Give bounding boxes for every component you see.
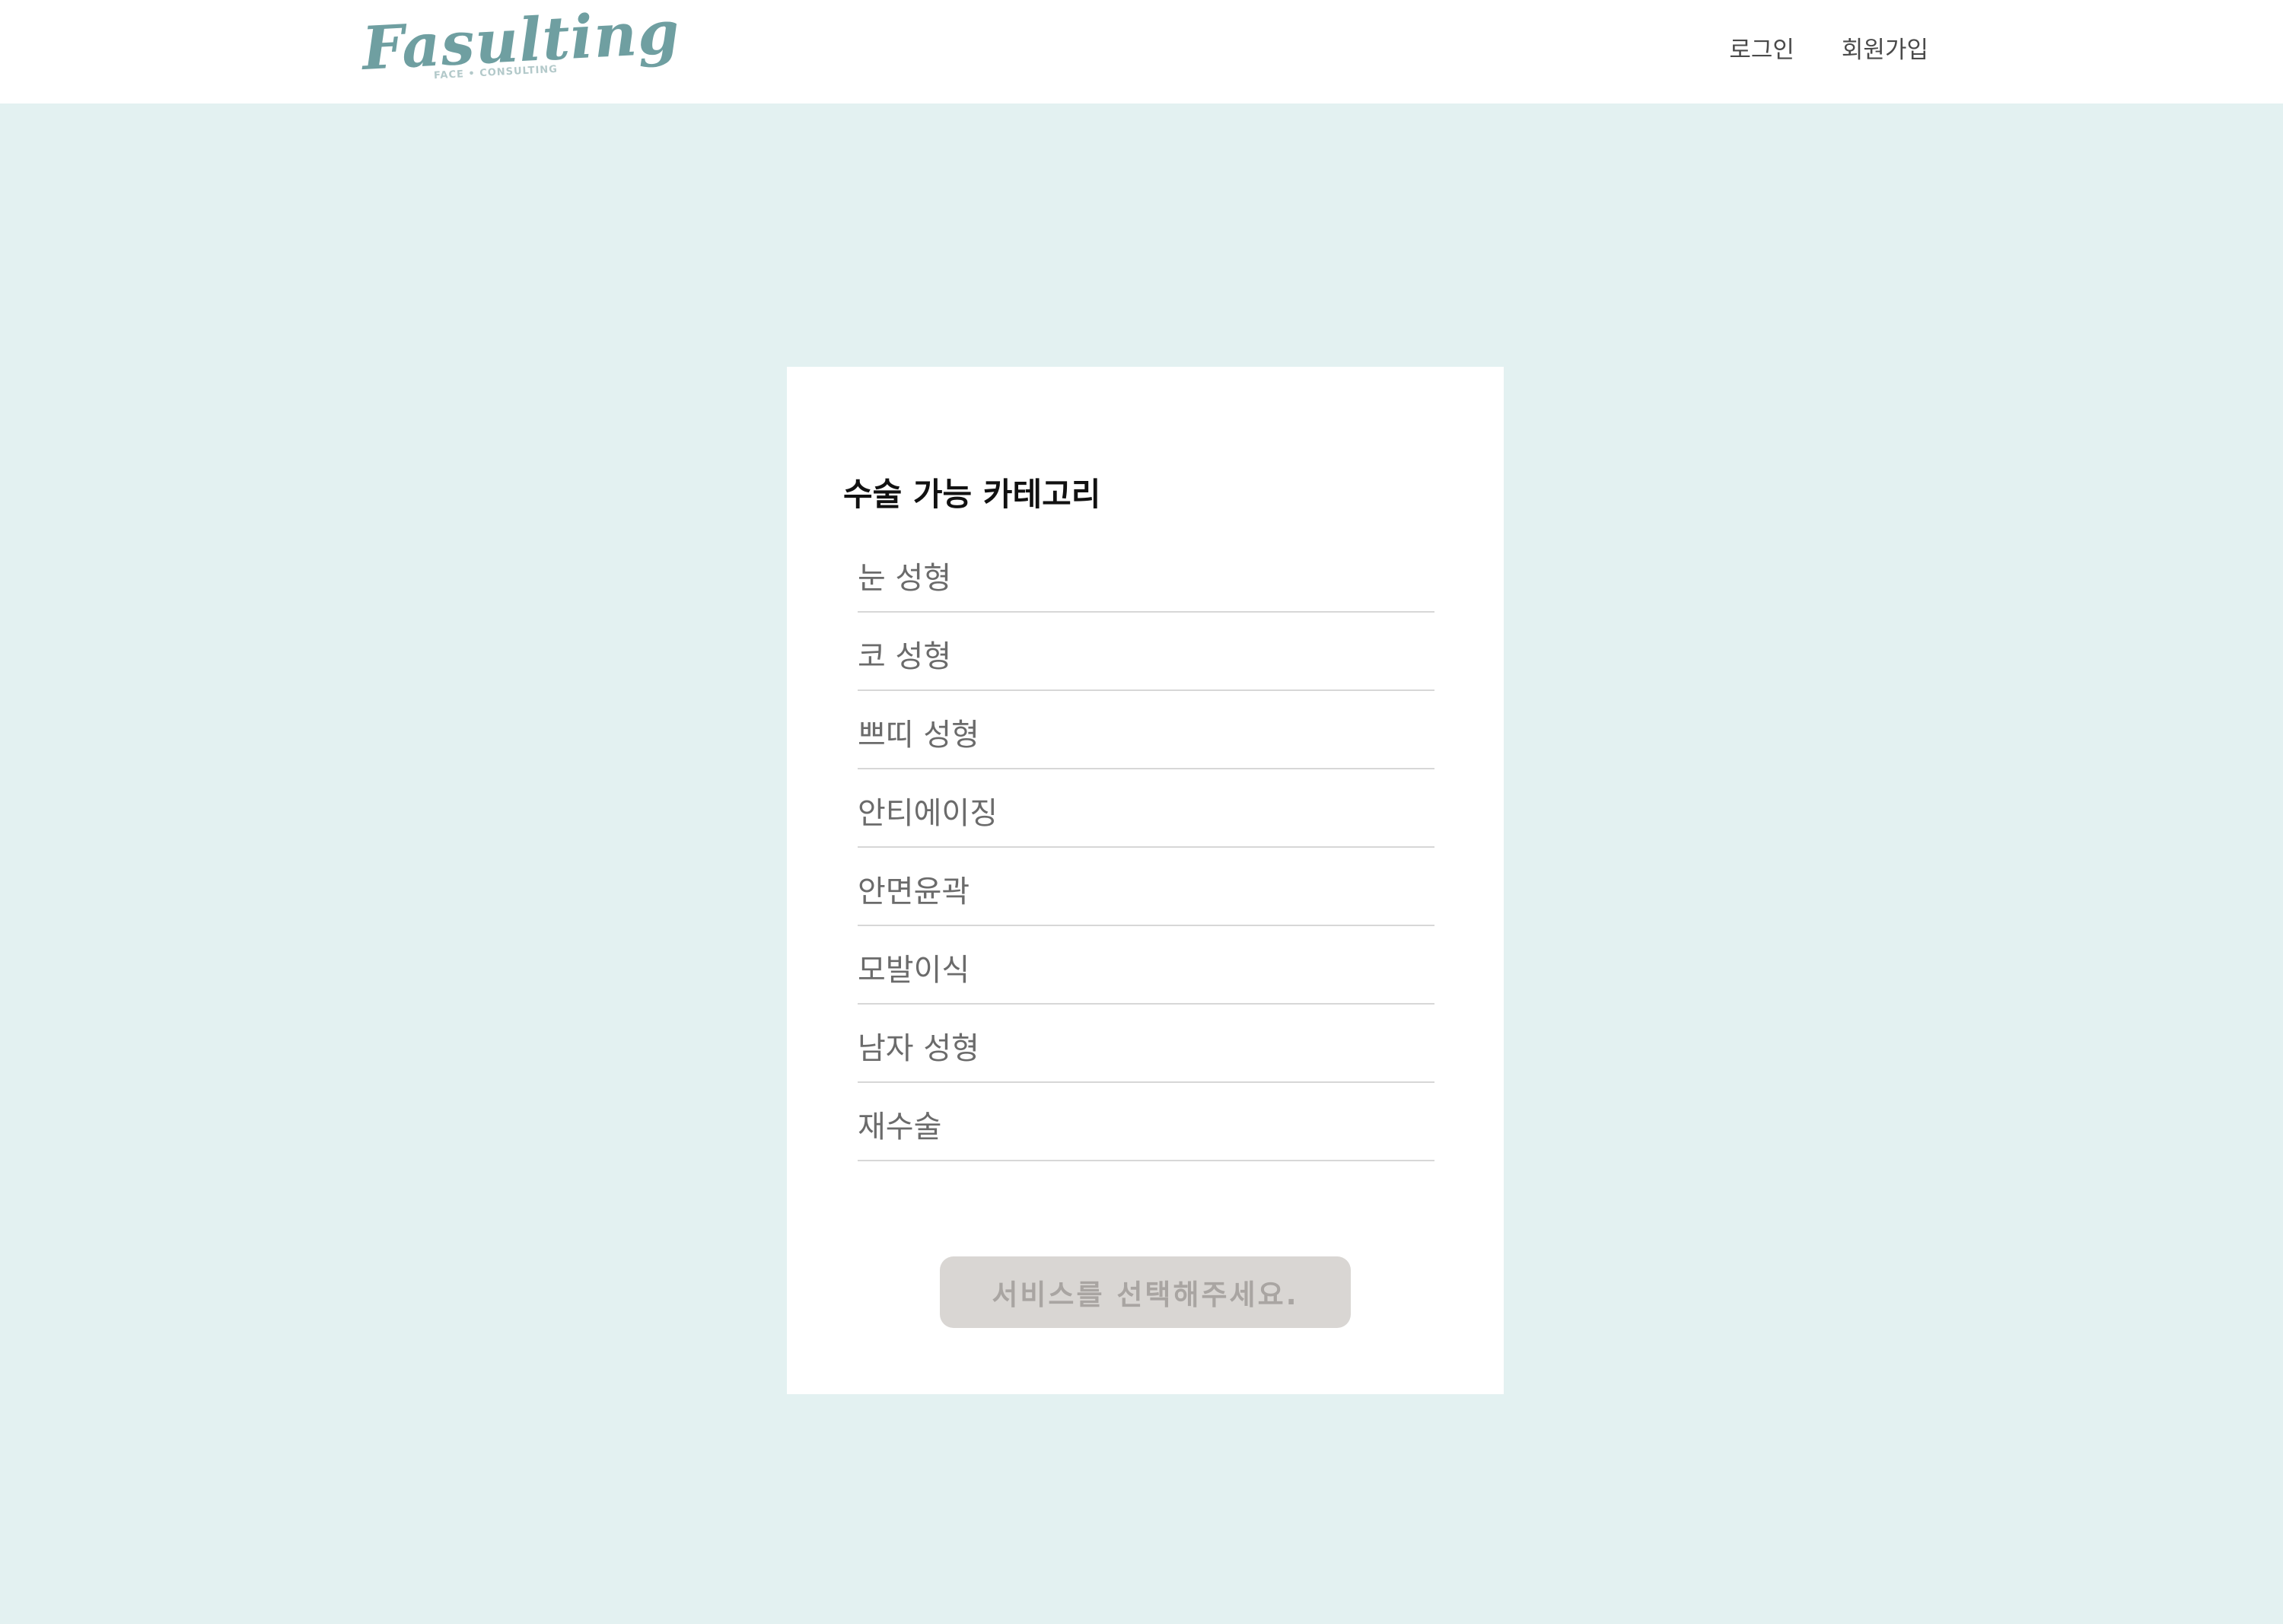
category-label: 쁘띠 성형 xyxy=(858,718,979,753)
category-label: 안면윤곽 xyxy=(858,874,970,909)
category-label: 모발이식 xyxy=(858,953,970,988)
select-service-button[interactable]: 서비스를 선택해주세요. xyxy=(940,1256,1351,1328)
fasulting-logo[interactable]: Fasulting FACE • CONSULTING xyxy=(361,0,682,91)
login-link[interactable]: 로그인 xyxy=(1729,33,1794,67)
category-item-hair-transplant[interactable]: 모발이식 xyxy=(858,926,1434,1005)
category-item-facial-contour[interactable]: 안면윤곽 xyxy=(858,848,1434,926)
category-card: 수술 가능 카테고리 눈 성형 코 성형 쁘띠 성형 안티에이징 안면윤곽 모발… xyxy=(787,367,1504,1394)
category-item-petit[interactable]: 쁘띠 성형 xyxy=(858,691,1434,769)
category-label: 눈 성형 xyxy=(858,561,952,596)
top-header: Fasulting FACE • CONSULTING 로그인 회원가입 xyxy=(0,0,2283,103)
category-item-anti-aging[interactable]: 안티에이징 xyxy=(858,769,1434,848)
category-item-eye[interactable]: 눈 성형 xyxy=(858,534,1434,613)
header-nav: 로그인 회원가입 xyxy=(1729,33,1928,67)
category-list: 눈 성형 코 성형 쁘띠 성형 안티에이징 안면윤곽 모발이식 남자 성형 재수… xyxy=(858,534,1434,1161)
category-item-revision[interactable]: 재수술 xyxy=(858,1083,1434,1161)
category-label: 재수술 xyxy=(858,1110,942,1145)
category-label: 코 성형 xyxy=(858,639,952,674)
category-item-nose[interactable]: 코 성형 xyxy=(858,613,1434,691)
category-item-men[interactable]: 남자 성형 xyxy=(858,1005,1434,1083)
category-card-title: 수술 가능 카테고리 xyxy=(843,475,1101,513)
category-label: 남자 성형 xyxy=(858,1031,979,1066)
category-label: 안티에이징 xyxy=(858,796,998,831)
signup-link[interactable]: 회원가입 xyxy=(1842,33,1928,67)
